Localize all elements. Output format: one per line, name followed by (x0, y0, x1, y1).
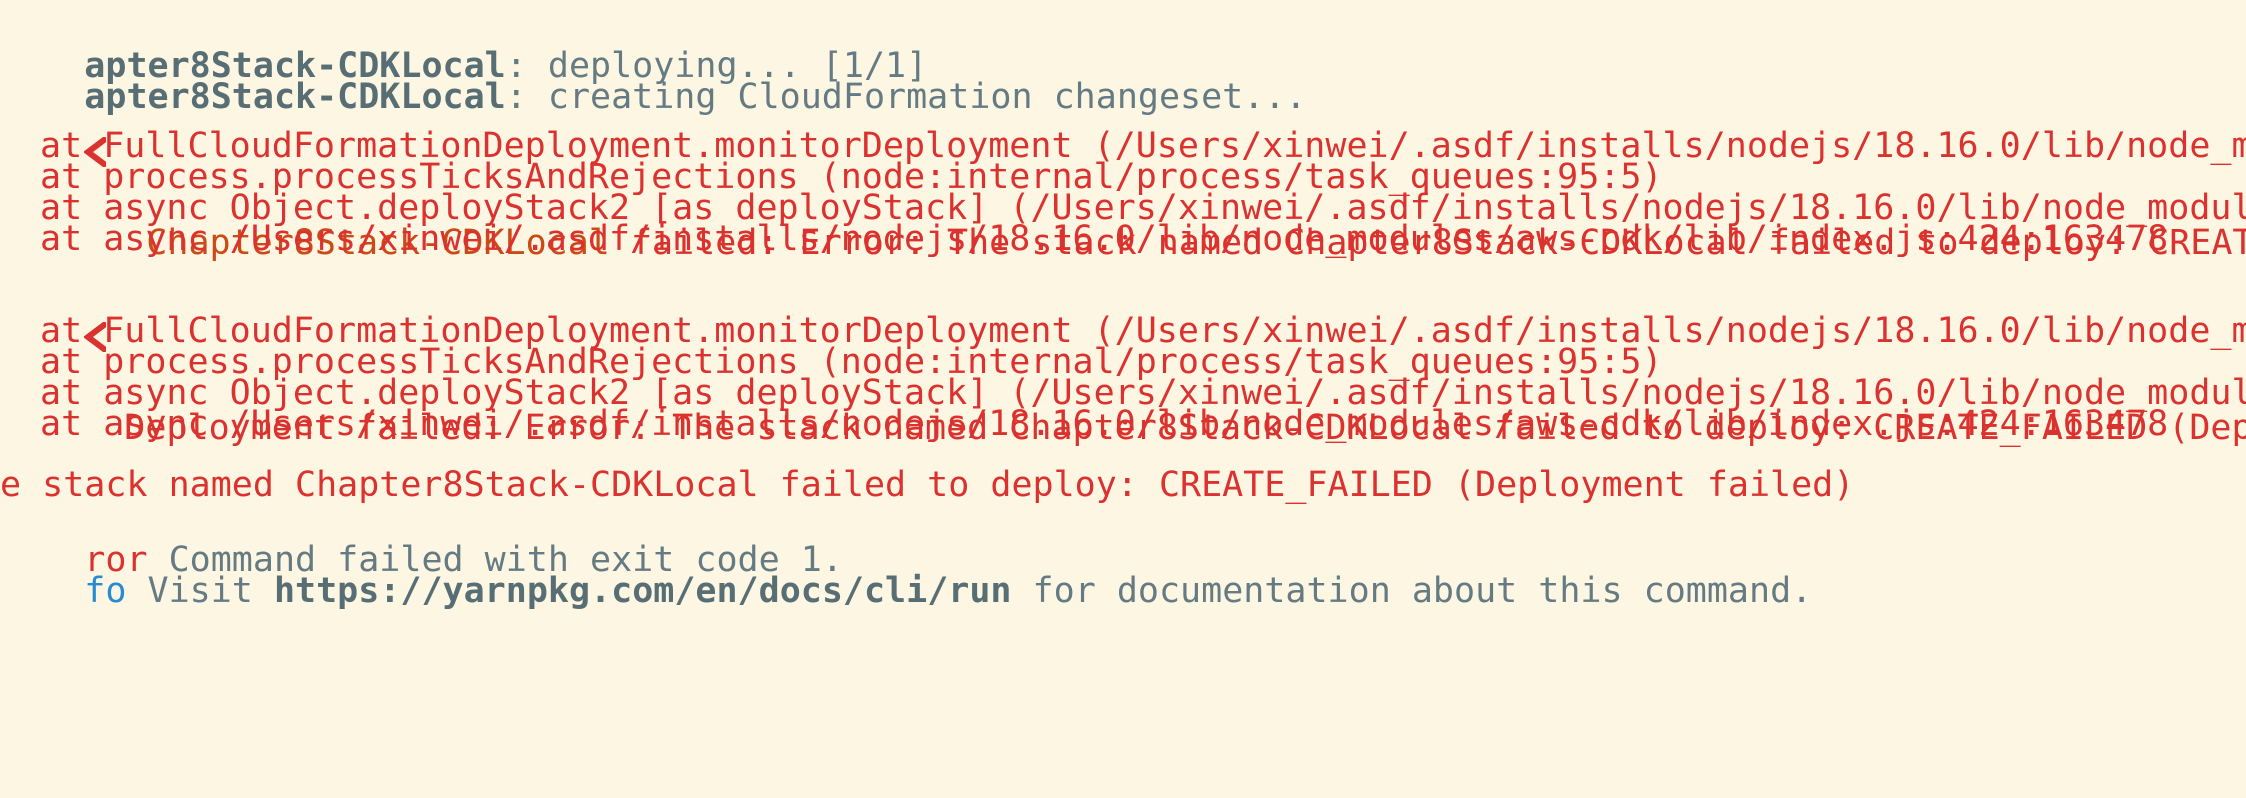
info-prefix: fo (84, 571, 127, 611)
info-text-post: for documentation about this command. (1011, 571, 1813, 611)
changeset-status-line: apter8Stack-CDKLocal: creating CloudForm… (0, 31, 1306, 117)
yarn-info-line: fo Visit https://yarnpkg.com/en/docs/cli… (0, 525, 1812, 611)
terminal-window[interactable]: apter8Stack-CDKLocal: deploying... [1/1]… (0, 0, 2246, 798)
docs-link[interactable]: https://yarnpkg.com/en/docs/cli/run (274, 571, 1012, 611)
stack-trace-line: at async /Users/xinwei/.asdf/installs/no… (40, 404, 2169, 444)
stack-trace-line: at async /Users/xinwei/.asdf/installs/no… (40, 219, 2169, 259)
info-text-pre: Visit (126, 571, 274, 611)
